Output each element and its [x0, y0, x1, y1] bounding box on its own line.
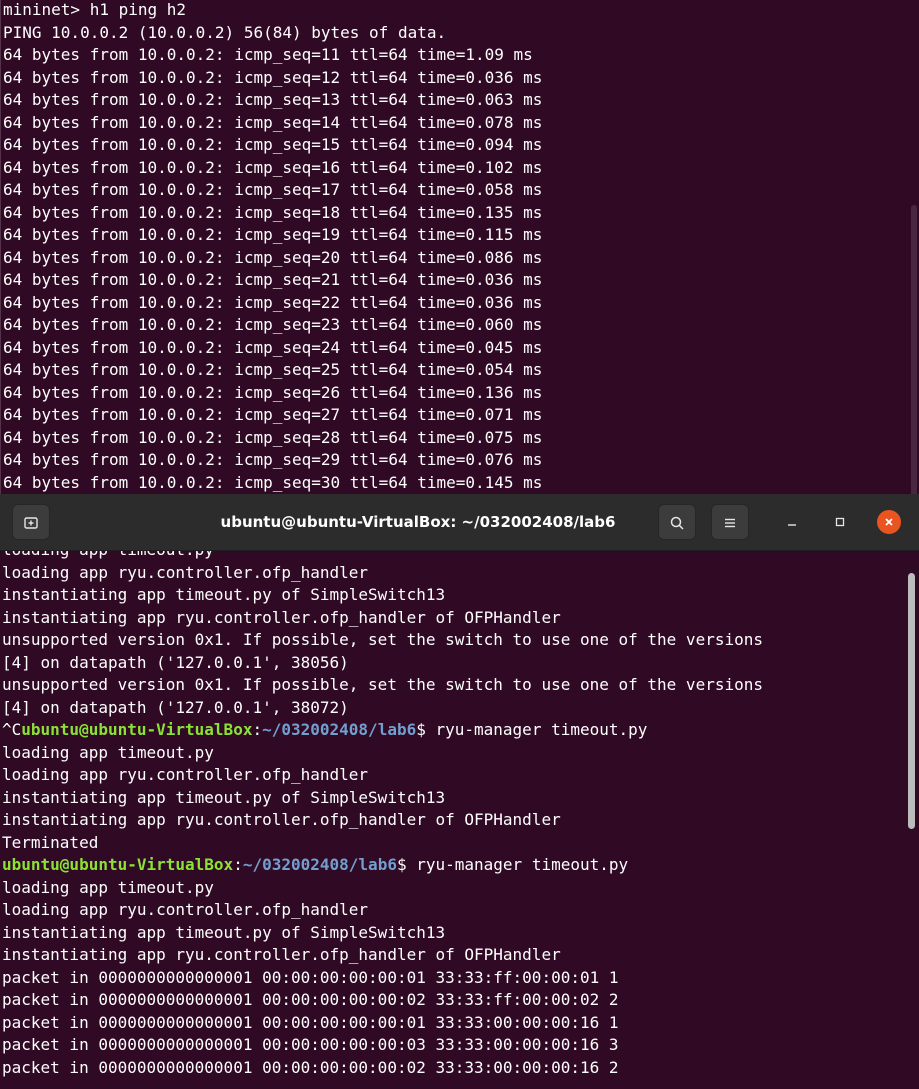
terminal-line: 64 bytes from 10.0.0.2: icmp_seq=17 ttl=…: [3, 180, 543, 199]
terminal-line: 64 bytes from 10.0.0.2: icmp_seq=26 ttl=…: [3, 382, 543, 402]
terminal-line: instantiating app timeout.py of SimpleSw…: [2, 922, 446, 942]
terminal-line: [4] on datapath ('127.0.0.1', 38072): [2, 697, 349, 717]
search-button[interactable]: [658, 504, 696, 540]
terminal-line: packet in 0000000000000001 00:00:00:00:0…: [2, 1057, 619, 1077]
close-button[interactable]: [877, 510, 901, 534]
terminal-line: 64 bytes from 10.0.0.2: icmp_seq=19 ttl=…: [3, 225, 543, 244]
terminal-line: 64 bytes from 10.0.0.2: icmp_seq=21 ttl=…: [3, 270, 543, 289]
terminal-line: packet in 0000000000000001 00:00:00:00:0…: [2, 990, 619, 1009]
terminal-line: unsupported version 0x1. If possible, se…: [2, 630, 763, 649]
prompt-dollar: $: [396, 855, 417, 874]
terminal-line: 64 bytes from 10.0.0.2: icmp_seq=30 ttl=…: [3, 472, 543, 492]
maximize-icon: [834, 514, 846, 530]
terminal-line: loading app ryu.controller.ofp_handler: [2, 900, 369, 919]
terminal-line: packet in 0000000000000001 00:00:00:00:0…: [2, 967, 619, 987]
search-icon: [669, 512, 685, 531]
terminal-line: [4] on datapath ('127.0.0.1', 38056): [2, 652, 349, 672]
terminal-line: instantiating app timeout.py of SimpleSw…: [2, 787, 446, 807]
hamburger-menu-icon: [722, 512, 738, 531]
command-text: ryu-manager timeout.py: [435, 720, 648, 739]
terminal-line: loading app timeout.py: [2, 551, 763, 562]
terminal-line: loading app ryu.controller.ofp_handler: [2, 562, 369, 582]
terminal-headerbar[interactable]: ubuntu@ubuntu-VirtualBox: ~/032002408/la…: [0, 494, 919, 551]
shell-prompt-line: ubuntu@ubuntu-VirtualBox:~/032002408/lab…: [2, 854, 763, 877]
terminal-line: 64 bytes from 10.0.0.2: icmp_seq=22 ttl=…: [3, 292, 543, 312]
ryu-terminal-scrollbar[interactable]: [908, 573, 915, 829]
ryu-terminal-window[interactable]: ubuntu@ubuntu-VirtualBox: ~/032002408/la…: [0, 494, 919, 1089]
terminal-line: unsupported version 0x1. If possible, se…: [2, 675, 763, 694]
maximize-button[interactable]: [828, 510, 852, 534]
minimize-button[interactable]: [780, 510, 804, 534]
minimize-icon: [786, 514, 798, 530]
mininet-terminal-window[interactable]: mininet> h1 ping h2 PING 10.0.0.2 (10.0.0…: [0, 0, 919, 494]
terminal-line: 64 bytes from 10.0.0.2: icmp_seq=14 ttl=…: [3, 112, 543, 132]
terminal-line: instantiating app timeout.py of SimpleSw…: [2, 585, 446, 604]
terminal-line: 64 bytes from 10.0.0.2: icmp_seq=13 ttl=…: [3, 90, 543, 109]
prompt-user-host: ubuntu@ubuntu-VirtualBox: [2, 855, 234, 874]
mininet-terminal-output: mininet> h1 ping h2 PING 10.0.0.2 (10.0.0…: [3, 0, 542, 494]
prompt-path: ~/032002408/lab6: [242, 855, 397, 874]
ryu-terminal-output: loading app timeout.pyloading app ryu.co…: [2, 551, 763, 1079]
terminal-line: PING 10.0.0.2 (10.0.0.2) 56(84) bytes of…: [3, 22, 447, 42]
terminal-line: instantiating app ryu.controller.ofp_han…: [2, 607, 561, 627]
command-text: ryu-manager timeout.py: [416, 855, 629, 874]
terminal-line: 64 bytes from 10.0.0.2: icmp_seq=12 ttl=…: [3, 67, 543, 87]
terminal-line: 64 bytes from 10.0.0.2: icmp_seq=16 ttl=…: [3, 157, 543, 177]
ryu-terminal-body[interactable]: loading app timeout.pyloading app ryu.co…: [0, 551, 919, 1089]
terminal-line: 64 bytes from 10.0.0.2: icmp_seq=20 ttl=…: [3, 247, 543, 267]
prompt-path: ~/032002408/lab6: [262, 720, 417, 739]
terminal-line: 64 bytes from 10.0.0.2: icmp_seq=27 ttl=…: [3, 405, 543, 424]
terminal-line: 64 bytes from 10.0.0.2: icmp_seq=15 ttl=…: [3, 135, 543, 154]
prompt-separator: :: [233, 855, 243, 874]
shell-prompt-line: ^Cubuntu@ubuntu-VirtualBox:~/032002408/l…: [2, 719, 763, 742]
terminal-line: mininet> h1 ping h2: [3, 0, 187, 19]
prompt-separator: :: [252, 720, 263, 739]
terminal-line: 64 bytes from 10.0.0.2: icmp_seq=28 ttl=…: [3, 427, 543, 447]
terminal-line: Terminated: [2, 832, 99, 852]
terminal-line: loading app ryu.controller.ofp_handler: [2, 765, 369, 784]
terminal-line: instantiating app ryu.controller.ofp_han…: [2, 945, 561, 964]
terminal-line: instantiating app ryu.controller.ofp_han…: [2, 810, 561, 829]
terminal-line: 64 bytes from 10.0.0.2: icmp_seq=25 ttl=…: [3, 360, 543, 379]
terminal-line: 64 bytes from 10.0.0.2: icmp_seq=24 ttl=…: [3, 337, 543, 357]
terminal-line: 64 bytes from 10.0.0.2: icmp_seq=29 ttl=…: [3, 450, 543, 469]
terminal-line: 64 bytes from 10.0.0.2: icmp_seq=23 ttl=…: [3, 315, 543, 334]
terminal-line: packet in 0000000000000001 00:00:00:00:0…: [2, 1012, 619, 1032]
menu-button[interactable]: [711, 504, 749, 540]
terminal-line: packet in 0000000000000001 00:00:00:00:0…: [2, 1035, 619, 1054]
close-icon: [883, 514, 895, 530]
terminal-line: 64 bytes from 10.0.0.2: icmp_seq=11 ttl=…: [3, 45, 533, 64]
mininet-terminal-scrollbar[interactable]: [911, 205, 917, 494]
terminal-line: loading app timeout.py: [2, 742, 214, 762]
prompt-dollar: $: [416, 720, 436, 739]
terminal-line: loading app timeout.py: [2, 877, 214, 897]
interrupt-marker: ^C: [2, 720, 22, 739]
prompt-user-host: ubuntu@ubuntu-VirtualBox: [21, 720, 253, 739]
terminal-line: 64 bytes from 10.0.0.2: icmp_seq=18 ttl=…: [3, 202, 543, 222]
